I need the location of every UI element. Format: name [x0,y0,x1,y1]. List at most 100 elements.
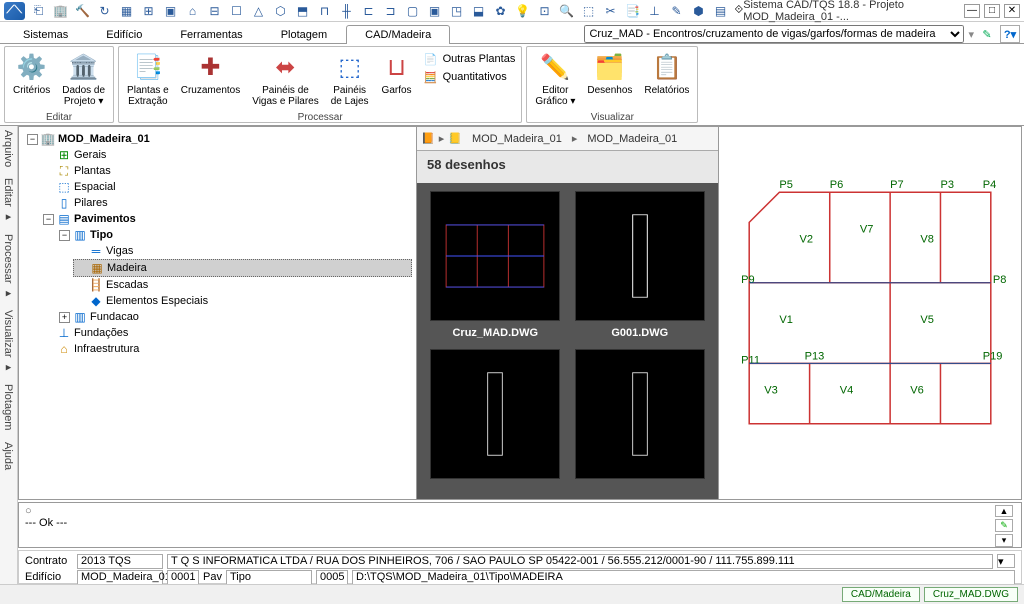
qa-icon[interactable]: ↻ [97,3,113,19]
qa-icon[interactable]: ✎ [669,3,685,19]
drawing-selector[interactable]: Cruz_MAD - Encontros/cruzamento de vigas… [584,25,964,43]
tab-edificio[interactable]: Edifício [87,25,161,44]
maximize-button[interactable]: □ [984,4,1000,18]
tab-cad-madeira[interactable]: CAD/Madeira [346,25,450,44]
edit-icon[interactable]: ✎ [978,25,996,43]
svg-text:V6: V6 [910,385,924,397]
footer-expand-button[interactable]: ▾ [997,554,1015,568]
breadcrumb-item[interactable]: MOD_Madeira_01 [466,131,568,147]
garfos-button[interactable]: ⊔ Garfos [375,49,419,98]
quantitativos-button[interactable]: 🧮 Quantitativos [423,69,516,85]
tree-item[interactable]: ◆Elementos Especiais [73,293,412,309]
qa-icon[interactable]: ╫ [339,3,355,19]
drawing-thumb[interactable]: Cruz_MAD.DWG [429,191,561,345]
qa-icon[interactable]: ⊓ [317,3,333,19]
qa-icon[interactable]: ⬒ [295,3,311,19]
qa-icon[interactable]: ▤ [713,3,729,19]
vmenu-processar[interactable]: Processar ▸ [2,234,15,300]
pav-label: Pav [203,571,222,583]
breadcrumb-item[interactable]: MOD_Madeira_01 [581,131,683,147]
tree-madeira-selected[interactable]: ▦Madeira [73,259,412,277]
paineis-vigas-button[interactable]: ⬌ Painéis de Vigas e Pilares [246,49,325,109]
tree-item[interactable]: ▯Pilares [41,195,412,211]
cruzamentos-button[interactable]: ✚ Cruzamentos [175,49,246,98]
preview-panel[interactable]: P5P6P7P3P4 P9P8 P11P13P19 V2V7V8 V1V5 V3… [719,127,1021,499]
qa-icon[interactable]: ✂ [603,3,619,19]
qa-icon[interactable]: ◳ [449,3,465,19]
qa-icon[interactable]: 💡 [515,3,531,19]
paineis-lajes-button[interactable]: ⬚ Painéis de Lajes [325,49,375,109]
outras-plantas-button[interactable]: 📄 Outras Plantas [423,51,516,67]
drawing-thumb[interactable] [574,349,706,491]
tree-root[interactable]: − 🏢 MOD_Madeira_01 [25,131,412,147]
beam-icon: ⬌ [269,51,301,83]
qa-icon[interactable]: ☐ [229,3,245,19]
drawings-panel: 📙 ▸ 📒 MOD_Madeira_01 ▸ MOD_Madeira_01 58… [417,127,719,499]
qa-icon[interactable]: ▣ [163,3,179,19]
vmenu-editar[interactable]: Editar ▸ [2,178,15,223]
qa-icon[interactable]: △ [251,3,267,19]
tab-plotagem[interactable]: Plotagem [262,25,346,44]
tree-item[interactable]: ⌂Infraestrutura [41,341,412,357]
relatorios-button[interactable]: 📋 Relatórios [638,49,695,98]
tree-tipo[interactable]: −▥Tipo [57,227,412,243]
tree-item[interactable]: ⊞Gerais [41,147,412,163]
vmenu-visualizar[interactable]: Visualizar ▸ [2,310,15,374]
qa-icon[interactable]: ⊟ [207,3,223,19]
qa-icon[interactable]: 🔍 [559,3,575,19]
tree-pavimentos[interactable]: −▤Pavimentos [41,211,412,227]
tab-sistemas[interactable]: Sistemas [4,25,87,44]
qa-icon[interactable]: ⬚ [581,3,597,19]
tree-item[interactable]: ⊥Fundações [41,325,412,341]
console-expand-button[interactable]: ▾ [995,534,1013,547]
criterios-button[interactable]: ⚙️ Critérios [7,49,56,98]
drawing-thumb[interactable] [429,349,561,491]
desenhos-button[interactable]: 🗂️ Desenhos [581,49,638,98]
tab-ferramentas[interactable]: Ferramentas [161,25,261,44]
qa-icon[interactable]: ⬢ [691,3,707,19]
minimize-button[interactable]: — [964,4,980,18]
contrato-year: 2013 TQS [77,554,163,569]
close-button[interactable]: ✕ [1004,4,1020,18]
qa-icon[interactable]: ⌂ [185,3,201,19]
qa-icon[interactable]: ▣ [427,3,443,19]
collapse-icon[interactable]: − [27,134,38,145]
svg-text:V4: V4 [840,385,854,397]
dados-projeto-button[interactable]: 🏛️ Dados de Projeto ▾ [56,49,111,109]
svg-text:V5: V5 [920,314,934,326]
qa-icon[interactable]: ⊐ [383,3,399,19]
qa-icon[interactable]: ▢ [405,3,421,19]
help-button[interactable]: ?▾ [1000,25,1020,43]
app-logo[interactable]: ⟋⟍ [4,2,25,20]
qa-icon[interactable]: ▦ [119,3,135,19]
qa-icon[interactable]: ⊥ [647,3,663,19]
qa-icon[interactable]: 🏢 [53,3,69,19]
tree-item[interactable]: +▥Fundacao [57,309,412,325]
svg-text:V2: V2 [800,234,814,246]
console-edit-button[interactable]: ✎ [995,519,1013,532]
tree-item[interactable]: ⛶Plantas [41,163,412,179]
nav-back-icon[interactable]: 📙 [421,132,435,145]
qa-icon[interactable]: 📑 [625,3,641,19]
qa-icon[interactable]: ⊡ [537,3,553,19]
qa-icon[interactable]: ⊞ [141,3,157,19]
qa-icon[interactable]: ⊏ [361,3,377,19]
qa-icon[interactable]: ⎗ [31,3,47,19]
plantas-extracao-button[interactable]: 📑 Plantas e Extração [121,49,175,109]
drawing-thumb[interactable]: G001.DWG [574,191,706,345]
qa-icon[interactable]: ⬡ [273,3,289,19]
vmenu-arquivo[interactable]: Arquivo [2,130,14,167]
qa-icon[interactable]: ⬓ [471,3,487,19]
ribbon-group-label: Editar [5,111,113,124]
svg-text:P9: P9 [741,274,755,286]
tree-item[interactable]: 🪜Escadas [73,277,412,293]
editor-grafico-button[interactable]: ✏️ Editor Gráfico ▾ [529,49,581,109]
tree-item[interactable]: ⬚Espacial [41,179,412,195]
vmenu-ajuda[interactable]: Ajuda [2,442,14,470]
tree-item[interactable]: ═Vigas [73,243,412,259]
quick-access-toolbar: ⎗ 🏢 🔨 ↻ ▦ ⊞ ▣ ⌂ ⊟ ☐ △ ⬡ ⬒ ⊓ ╫ ⊏ ⊐ ▢ ▣ ◳ … [31,3,729,19]
vmenu-plotagem[interactable]: Plotagem [2,384,14,430]
qa-icon[interactable]: ✿ [493,3,509,19]
qa-icon[interactable]: 🔨 [75,3,91,19]
console-up-button[interactable]: ▲ [995,505,1013,517]
